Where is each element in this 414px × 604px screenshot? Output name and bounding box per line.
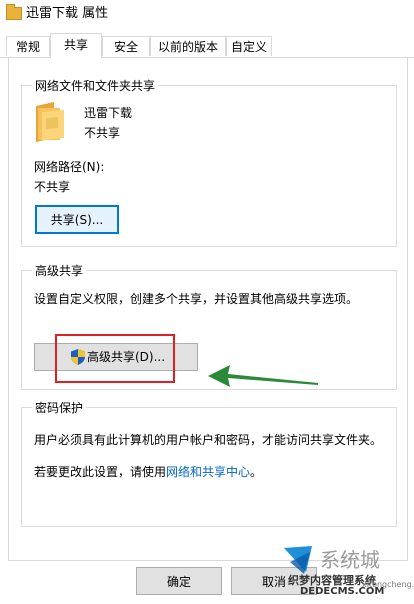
tab-general[interactable]: 常规 xyxy=(6,36,50,56)
network-sharing-center-link[interactable]: 网络和共享中心 xyxy=(166,465,250,479)
tab-customize[interactable]: 自定义 xyxy=(226,36,272,56)
tab-label: 自定义 xyxy=(230,40,267,54)
highlight-box xyxy=(55,334,175,383)
tab-label: 常规 xyxy=(15,40,40,54)
green-arrow-icon xyxy=(208,365,318,387)
ok-button[interactable]: 确定 xyxy=(136,567,222,595)
group-title: 网络文件和文件夹共享 xyxy=(32,77,159,94)
group-title: 高级共享 xyxy=(32,262,87,279)
window-title: 迅雷下载 属性 xyxy=(26,6,109,21)
watermark: 系统城 织梦内容管理系统 DEDECMS.COM xitongcheng.com xyxy=(262,544,414,604)
network-path-label: 网络路径(N): xyxy=(34,160,105,174)
tab-security[interactable]: 安全 xyxy=(102,36,150,56)
watermark-line1: 系统城 xyxy=(320,548,380,572)
change-suffix: 。 xyxy=(250,465,263,479)
watermark-line4: xitongcheng.com xyxy=(362,580,414,589)
tab-label: 共享 xyxy=(63,38,88,52)
network-path-value: 不共享 xyxy=(34,180,71,194)
shared-folder-icon xyxy=(36,102,64,142)
title-bar: 迅雷下载 属性 xyxy=(0,0,414,32)
tab-label: 以前的版本 xyxy=(157,40,218,54)
change-setting-text: 若要更改此设置，请使用网络和共享中心。 xyxy=(34,463,262,480)
share-button[interactable]: 共享(S)... xyxy=(35,205,119,234)
change-prefix: 若要更改此设置，请使用 xyxy=(34,465,167,479)
tab-sharing[interactable]: 共享 xyxy=(50,33,102,58)
folder-name: 迅雷下载 xyxy=(84,106,133,120)
tab-previous-versions[interactable]: 以前的版本 xyxy=(150,36,226,56)
share-status: 不共享 xyxy=(84,126,121,140)
tab-label: 安全 xyxy=(113,40,138,54)
folder-icon xyxy=(6,4,22,20)
group-title: 密码保护 xyxy=(32,399,87,416)
password-description: 用户必须具有此计算机的用户帐户和密码，才能访问共享文件夹。 xyxy=(34,433,383,447)
advanced-sharing-description: 设置自定义权限，创建多个共享，并设置其他高级共享选项。 xyxy=(34,292,359,306)
